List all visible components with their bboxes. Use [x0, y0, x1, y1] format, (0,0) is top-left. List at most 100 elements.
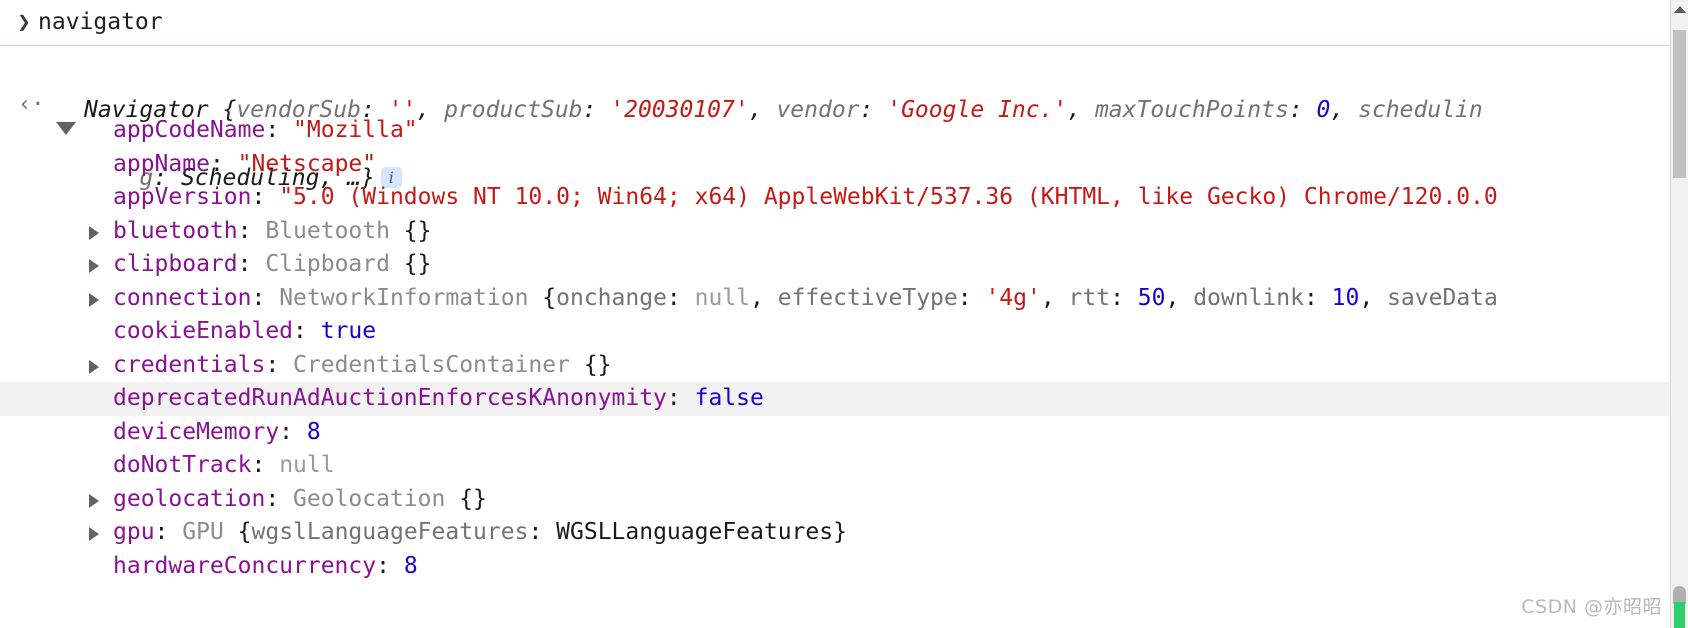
property-row-cookieEnabled[interactable]: cookieEnabled: true [0, 315, 1688, 349]
code-token: : [666, 284, 695, 311]
code-token: {} [389, 251, 432, 277]
code-token: rtt [1068, 284, 1111, 311]
code-token: connection [113, 284, 252, 311]
chevron-right-icon: ❯ [17, 9, 31, 35]
property-row-geolocation[interactable]: geolocation: Geolocation {} [0, 483, 1688, 517]
code-token: WGSLLanguageFeatures [556, 519, 834, 545]
code-token: GPU [182, 519, 224, 545]
property-text: connection: NetworkInformation {onchange… [113, 282, 1498, 316]
code-token: : [251, 184, 280, 210]
property-row-deprecatedRunAdAuctionEnforcesKAnonymity[interactable]: deprecatedRunAdAuctionEnforcesKAnonymity… [0, 382, 1688, 416]
property-text: bluetooth: Bluetooth {} [113, 215, 432, 249]
property-row-bluetooth[interactable]: bluetooth: Bluetooth {} [0, 215, 1688, 249]
code-token: appName [113, 150, 210, 177]
code-token: doNotTrack [113, 452, 252, 478]
property-text: geolocation: Geolocation {} [113, 483, 487, 517]
property-text: gpu: GPU {wgslLanguageFeatures: WGSLLang… [113, 516, 847, 550]
result-return-arrow-icon: ‹· [18, 92, 45, 117]
code-token: deprecatedRunAdAuctionEnforcesKAnonymity [113, 385, 667, 411]
code-token: : [209, 150, 238, 177]
disclosure-triangle-collapsed-icon[interactable] [89, 359, 99, 374]
code-token: 8 [306, 418, 321, 445]
code-token: : [237, 217, 266, 244]
code-token: false [694, 385, 764, 411]
console-result-block: ‹· Navigator {vendorSub: '', productSub:… [0, 46, 1688, 191]
property-row-connection[interactable]: connection: NetworkInformation {onchange… [0, 282, 1688, 316]
scroll-up-arrow-icon[interactable] [1671, 0, 1688, 18]
code-token: null [694, 284, 751, 311]
code-token: Clipboard [265, 251, 390, 277]
disclosure-triangle-collapsed-icon[interactable] [89, 527, 99, 541]
code-token: : [1110, 284, 1138, 311]
property-row-doNotTrack[interactable]: doNotTrack: null [0, 449, 1688, 483]
code-token: effectiveType [777, 284, 958, 311]
property-row-clipboard[interactable]: clipboard: Clipboard {} [0, 248, 1688, 282]
code-token: deviceMemory [113, 418, 280, 445]
code-token: appCodeName [113, 117, 266, 143]
code-token: clipboard [113, 251, 238, 277]
code-token: "Netscape" [237, 150, 377, 177]
code-token: : [154, 519, 183, 545]
code-token: null [279, 452, 335, 478]
disclosure-triangle-collapsed-icon[interactable] [89, 493, 99, 508]
property-text: deviceMemory: 8 [113, 416, 321, 450]
scrollbar-thumb[interactable] [1673, 30, 1686, 178]
code-token: saveData [1387, 284, 1498, 311]
property-text: appName: "Netscape" [113, 148, 376, 182]
code-token: : [1303, 284, 1332, 311]
code-token: , [1359, 284, 1388, 311]
code-token: : [265, 117, 294, 143]
property-text: clipboard: Clipboard {} [113, 248, 432, 282]
code-token: : [251, 452, 280, 478]
code-token: : [237, 251, 266, 277]
code-token: Bluetooth [265, 217, 390, 244]
property-text: hardwareConcurrency: 8 [113, 550, 418, 584]
property-text: deprecatedRunAdAuctionEnforcesKAnonymity… [113, 382, 764, 416]
console-prompt-row[interactable]: ❯ navigator [0, 0, 1688, 46]
csdn-watermark: CSDN @亦昭昭 [1521, 595, 1662, 618]
property-text: doNotTrack: null [113, 449, 335, 483]
code-token: , [1165, 284, 1194, 311]
code-token: } [833, 519, 847, 545]
property-row-credentials[interactable]: credentials: CredentialsContainer {} [0, 349, 1688, 383]
property-row-appCodeName[interactable]: appCodeName: "Mozilla" [0, 114, 1688, 148]
code-token: : [265, 485, 294, 512]
property-text: cookieEnabled: true [113, 315, 376, 349]
code-token: cookieEnabled [113, 318, 294, 344]
property-row-appName[interactable]: appName: "Netscape" [0, 148, 1688, 182]
code-token: true [320, 318, 377, 344]
devtools-console-panel: ❯ navigator ‹· Navigator {vendorSub: '',… [0, 0, 1688, 628]
code-token: bluetooth [113, 217, 238, 244]
property-text: appCodeName: "Mozilla" [113, 114, 418, 148]
code-token: NetworkInformation [279, 284, 529, 311]
code-token: : [957, 284, 986, 311]
vertical-scrollbar[interactable] [1670, 0, 1688, 628]
disclosure-triangle-collapsed-icon[interactable] [89, 259, 99, 273]
code-token: Geolocation [293, 485, 446, 512]
scrollbar-bottom-marker [1674, 602, 1685, 628]
code-token: onchange [556, 284, 667, 311]
disclosure-triangle-collapsed-icon[interactable] [89, 225, 99, 240]
code-token: { [223, 519, 252, 545]
code-token: {} [569, 351, 612, 378]
code-token: : [376, 552, 404, 579]
code-token: wgslLanguageFeatures [251, 519, 529, 545]
property-row-appVersion[interactable]: appVersion: "5.0 (Windows NT 10.0; Win64… [0, 181, 1688, 215]
code-token: {} [445, 485, 487, 512]
code-token: "Mozilla" [293, 117, 418, 143]
code-token: credentials [113, 351, 266, 378]
disclosure-triangle-collapsed-icon[interactable] [89, 292, 99, 307]
property-row-deviceMemory[interactable]: deviceMemory: 8 [0, 416, 1688, 450]
code-token: appVersion [113, 184, 252, 210]
code-token: 10 [1331, 284, 1360, 311]
property-row-gpu[interactable]: gpu: GPU {wgslLanguageFeatures: WGSLLang… [0, 516, 1688, 550]
code-token: 8 [403, 552, 418, 579]
code-token: CredentialsContainer [293, 351, 570, 378]
property-text: appVersion: "5.0 (Windows NT 10.0; Win64… [113, 181, 1498, 215]
code-token: "5.0 (Windows NT 10.0; Win64; x64) Apple… [279, 184, 1498, 210]
property-row-hardwareConcurrency[interactable]: hardwareConcurrency: 8 [0, 550, 1688, 584]
code-token: '4g' [985, 284, 1041, 311]
code-token: : [279, 418, 307, 445]
object-property-list: appCodeName: "Mozilla" appName: "Netscape… [0, 114, 1688, 583]
console-input-expression[interactable]: navigator [38, 6, 163, 40]
